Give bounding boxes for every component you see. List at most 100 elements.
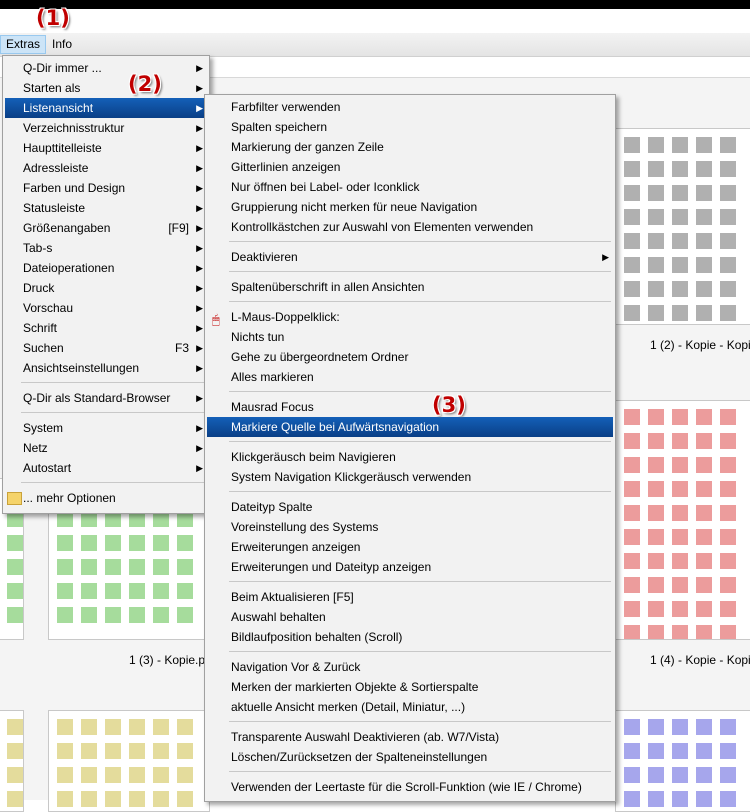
menu-item-farbfilter-verwenden[interactable]: Farbfilter verwenden xyxy=(207,97,613,117)
menu-item-statusleiste[interactable]: Statusleiste ▶ xyxy=(5,198,207,218)
menu-item-größenangaben[interactable]: Größenangaben [F9] ▶ xyxy=(5,218,207,238)
menu-item-l-maus-doppelklick[interactable]: 🖱 L-Maus-Doppelklick: xyxy=(207,307,613,327)
menu-item-system-navigation-klickgeräusch-verwenden[interactable]: System Navigation Klickgeräusch verwende… xyxy=(207,467,613,487)
thumbnail-cell xyxy=(696,601,712,617)
menu-item-verzeichnisstruktur[interactable]: Verzeichnisstruktur ▶ xyxy=(5,118,207,138)
menu-item-gruppierung-nicht-merken-für-neue-navigation[interactable]: Gruppierung nicht merken für neue Naviga… xyxy=(207,197,613,217)
thumbnail-cell xyxy=(105,719,121,735)
menu-item-druck[interactable]: Druck ▶ xyxy=(5,278,207,298)
thumbnail-caption-4[interactable]: 1 (4) - Kopie - Kopi xyxy=(650,653,750,667)
menu-item-label: Dateioperationen xyxy=(23,261,115,275)
menu-item-beim-aktualisieren-f5[interactable]: Beim Aktualisieren [F5] xyxy=(207,587,613,607)
menu-item-starten-als[interactable]: Starten als ▶ xyxy=(5,78,207,98)
menu-item-verwenden-der-leertaste-für-die-scroll-funktion-wie-ie-chrome[interactable]: Verwenden der Leertaste für die Scroll-F… xyxy=(207,777,613,797)
menu-item-label: System xyxy=(23,421,64,435)
menu-item-alles-markieren[interactable]: Alles markieren xyxy=(207,367,613,387)
menu-item-klickgeräusch-beim-navigieren[interactable]: Klickgeräusch beim Navigieren xyxy=(207,447,613,467)
menu-item-markiere-quelle-bei-aufwärtsnavigation[interactable]: Markiere Quelle bei Aufwärtsnavigation xyxy=(207,417,613,437)
thumbnail-cell xyxy=(624,505,640,521)
thumbnail-cell xyxy=(720,767,736,783)
menu-item-label: Q-Dir als Standard-Browser xyxy=(23,391,171,405)
menu-item-q-dir-immer[interactable]: Q-Dir immer ... ▶ xyxy=(5,58,207,78)
thumbnail-cell xyxy=(672,257,688,273)
menu-item-navigation-vor-zurück[interactable]: Navigation Vor & Zurück xyxy=(207,657,613,677)
menu-item-merken-der-markierten-objekte-sortierspalte[interactable]: Merken der markierten Objekte & Sortiers… xyxy=(207,677,613,697)
thumbnail-cell xyxy=(720,625,736,639)
thumbnail-cell xyxy=(720,257,736,273)
menu-item-label: Auswahl behalten xyxy=(231,610,326,624)
thumbnail-7[interactable] xyxy=(615,710,750,812)
menu-item-q-dir-als-standard-browser[interactable]: Q-Dir als Standard-Browser ▶ xyxy=(5,388,207,408)
submenu-arrow-icon: ▶ xyxy=(196,223,203,233)
menu-item-bildlaufposition-behalten-scroll[interactable]: Bildlaufposition behalten (Scroll) xyxy=(207,627,613,647)
menu-separator xyxy=(229,491,611,492)
menu-item-ansichtseinstellungen[interactable]: Ansichtseinstellungen ▶ xyxy=(5,358,207,378)
submenu-arrow-icon: ▶ xyxy=(196,423,203,433)
menu-item-gehe-zu-übergeordnetem-ordner[interactable]: Gehe zu übergeordnetem Ordner xyxy=(207,347,613,367)
submenu-arrow-icon: ▶ xyxy=(196,203,203,213)
thumbnail-cell xyxy=(81,583,97,599)
menu-item-netz[interactable]: Netz ▶ xyxy=(5,438,207,458)
menu-item-nichts-tun[interactable]: Nichts tun xyxy=(207,327,613,347)
thumbnail-cell xyxy=(57,559,73,575)
thumbnail-cell xyxy=(696,767,712,783)
menu-item-label: Spalten speichern xyxy=(231,120,328,134)
menu-item-erweiterungen-und-dateityp-anzeigen[interactable]: Erweiterungen und Dateityp anzeigen xyxy=(207,557,613,577)
thumbnail-cell xyxy=(672,601,688,617)
thumbnail-cell xyxy=(720,505,736,521)
thumbnail-cell xyxy=(672,409,688,425)
menu-item-mehr-optionen[interactable]: ... mehr Optionen xyxy=(5,488,207,508)
menu-item-label: Verzeichnisstruktur xyxy=(23,121,125,135)
menu-item-adressleiste[interactable]: Adressleiste ▶ xyxy=(5,158,207,178)
menu-item-haupttitelleiste[interactable]: Haupttitelleiste ▶ xyxy=(5,138,207,158)
menu-info[interactable]: Info xyxy=(47,36,77,53)
annotation-2: (2) xyxy=(128,72,162,96)
menu-item-spaltenüberschrift-in-allen-ansichten[interactable]: Spaltenüberschrift in allen Ansichten xyxy=(207,277,613,297)
menu-item-listenansicht[interactable]: Listenansicht ▶ xyxy=(5,98,207,118)
menu-item-system[interactable]: System ▶ xyxy=(5,418,207,438)
menu-item-auswahl-behalten[interactable]: Auswahl behalten xyxy=(207,607,613,627)
thumbnail-cell xyxy=(672,481,688,497)
menu-item-erweiterungen-anzeigen[interactable]: Erweiterungen anzeigen xyxy=(207,537,613,557)
menu-item-löschen-zurücksetzen-der-spalteneinstellungen[interactable]: Löschen/Zurücksetzen der Spalteneinstell… xyxy=(207,747,613,767)
menu-item-dateioperationen[interactable]: Dateioperationen ▶ xyxy=(5,258,207,278)
thumbnail-cell xyxy=(648,529,664,545)
menu-extras[interactable]: Extras xyxy=(0,35,47,54)
thumbnail-cell xyxy=(129,743,145,759)
menu-item-voreinstellung-des-systems[interactable]: Voreinstellung des Systems xyxy=(207,517,613,537)
thumbnail-caption-3[interactable]: 1 (3) - Kopie.p xyxy=(129,653,205,667)
menu-item-shortcut: F3 xyxy=(174,341,189,355)
thumbnail-cell xyxy=(129,535,145,551)
thumbnail-cell xyxy=(153,559,169,575)
thumbnail-cell xyxy=(648,457,664,473)
thumbnail-6[interactable] xyxy=(48,710,210,812)
menu-item-dateityp-spalte[interactable]: Dateityp Spalte xyxy=(207,497,613,517)
menu-item-label: Erweiterungen anzeigen xyxy=(231,540,361,554)
menu-item-suchen[interactable]: Suchen F3 ▶ xyxy=(5,338,207,358)
menu-item-kontrollkästchen-zur-auswahl-von-elementen-verwenden[interactable]: Kontrollkästchen zur Auswahl von Element… xyxy=(207,217,613,237)
thumbnail-5[interactable] xyxy=(0,710,24,812)
menu-item-transparente-auswahl-deaktivieren-ab-w7-vista[interactable]: Transparente Auswahl Deaktivieren (ab. W… xyxy=(207,727,613,747)
menu-item-deaktivieren[interactable]: Deaktivieren ▶ xyxy=(207,247,613,267)
thumbnail-cell xyxy=(7,583,23,599)
folder-icon xyxy=(7,492,22,505)
thumbnail-cell xyxy=(696,137,712,153)
thumbnail-cell xyxy=(624,185,640,201)
menu-item-nur-öffnen-bei-label-oder-iconklick[interactable]: Nur öffnen bei Label- oder Iconklick xyxy=(207,177,613,197)
thumbnail-4[interactable] xyxy=(615,400,750,640)
menu-item-vorschau[interactable]: Vorschau ▶ xyxy=(5,298,207,318)
menu-item-tab-s[interactable]: Tab-s ▶ xyxy=(5,238,207,258)
menu-item-mausrad-focus[interactable]: Mausrad Focus xyxy=(207,397,613,417)
menu-item-aktuelle-ansicht-merken-detail-miniatur[interactable]: aktuelle Ansicht merken (Detail, Miniatu… xyxy=(207,697,613,717)
thumbnail-cell xyxy=(624,481,640,497)
thumbnail-2[interactable] xyxy=(615,128,750,325)
thumbnail-cell xyxy=(672,137,688,153)
menu-item-autostart[interactable]: Autostart ▶ xyxy=(5,458,207,478)
menu-item-schrift[interactable]: Schrift ▶ xyxy=(5,318,207,338)
menu-item-gitterlinien-anzeigen[interactable]: Gitterlinien anzeigen xyxy=(207,157,613,177)
thumbnail-caption-2[interactable]: 1 (2) - Kopie - Kopi xyxy=(650,338,750,352)
menu-item-spalten-speichern[interactable]: Spalten speichern xyxy=(207,117,613,137)
thumbnail-cell xyxy=(696,791,712,807)
menu-item-farben-und-design[interactable]: Farben und Design ▶ xyxy=(5,178,207,198)
menu-item-markierung-der-ganzen-zeile[interactable]: Markierung der ganzen Zeile xyxy=(207,137,613,157)
